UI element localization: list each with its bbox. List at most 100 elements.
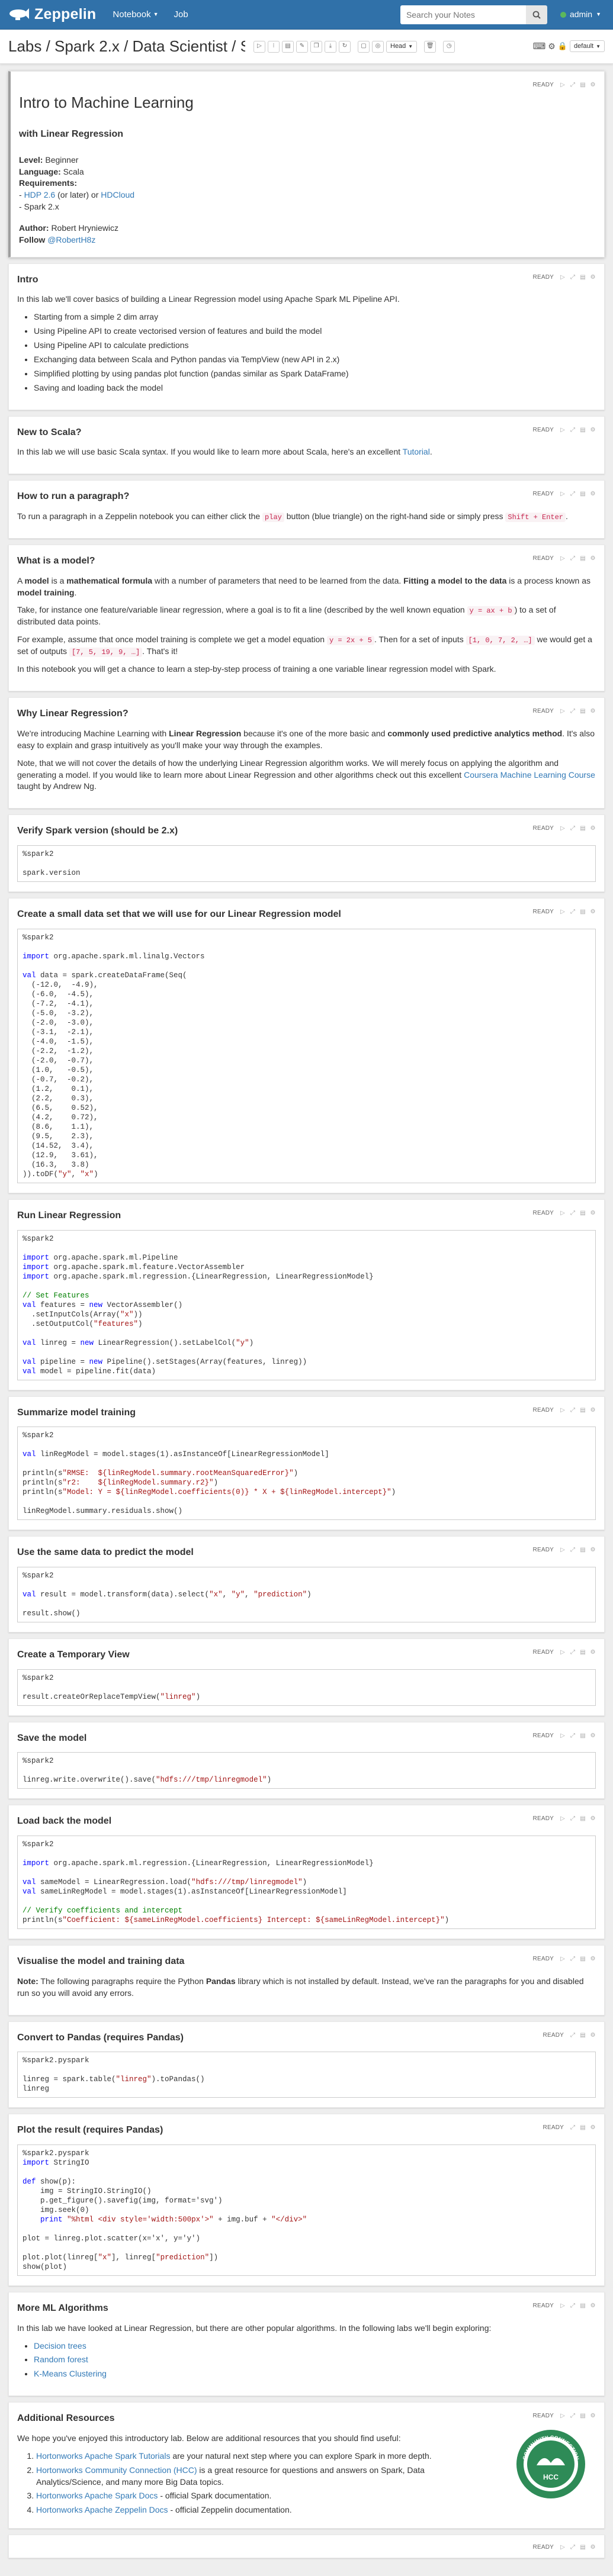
kmeans-link[interactable]: K-Means Clustering — [34, 2369, 107, 2378]
play-icon[interactable]: ▷ — [560, 491, 566, 497]
book-icon[interactable]: ▤ — [580, 1733, 586, 1739]
twitter-link[interactable]: @RobertH8z — [47, 235, 95, 244]
expand-icon[interactable]: ⤢ — [570, 2303, 576, 2309]
search-button[interactable] — [525, 5, 547, 24]
gear-icon[interactable]: ⚙ — [590, 1210, 596, 1216]
book-icon[interactable]: ▤ — [580, 427, 586, 433]
book-icon[interactable]: ▤ — [580, 1650, 586, 1656]
gear-icon[interactable]: ⚙ — [590, 826, 596, 832]
zeppelin-logo[interactable]: Zeppelin — [8, 4, 96, 25]
job-link[interactable]: Job — [174, 8, 188, 21]
paragraph-create-dataset[interactable]: READY ▷ ⤢ ▤ ⚙ Create a small data set that w… — [8, 898, 605, 1193]
clone-note-button[interactable]: ❐ — [310, 40, 322, 53]
hdcloud-link[interactable]: HDCloud — [101, 190, 134, 199]
code-editor[interactable]: %spark2 val result = model.transform(data… — [17, 1566, 596, 1622]
code-editor[interactable]: %spark2.pyspark linreg = spark.table("lin… — [17, 2052, 596, 2098]
gear-icon[interactable]: ⚙ — [590, 1547, 596, 1553]
paragraph-how-to-run[interactable]: READY ▷ ⤢ ▤ ⚙ How to run a paragraph? To run… — [8, 480, 605, 539]
search-input[interactable] — [400, 5, 526, 24]
scala-tutorial-link[interactable]: Tutorial — [403, 447, 430, 456]
hdp-link[interactable]: HDP 2.6 — [24, 190, 56, 199]
play-icon[interactable]: ▷ — [560, 1956, 566, 1962]
expand-icon[interactable]: ⤢ — [570, 1650, 576, 1656]
expand-icon[interactable]: ⤢ — [570, 556, 576, 562]
play-icon[interactable]: ▷ — [560, 709, 566, 714]
expand-icon[interactable]: ⤢ — [570, 274, 576, 281]
gear-icon[interactable]: ⚙ — [590, 491, 596, 497]
play-icon[interactable]: ▷ — [560, 1650, 566, 1656]
paragraph-why-linear-regression[interactable]: READY ▷ ⤢ ▤ ⚙ Why Linear Regression? We're i… — [8, 697, 605, 809]
play-icon[interactable]: ▷ — [560, 1210, 566, 1216]
code-editor[interactable]: %spark2 import org.apache.spark.ml.linalg… — [17, 928, 596, 1183]
expand-icon[interactable]: ⤢ — [570, 82, 576, 88]
expand-icon[interactable]: ⤢ — [570, 709, 576, 714]
paragraph-visualise[interactable]: READY ▷ ⤢ ▤ ⚙ Visualise the model and traini… — [8, 1945, 605, 2015]
code-editor[interactable]: %spark2 import org.apache.spark.ml.regres… — [17, 1836, 596, 1930]
paragraph-plot-result[interactable]: READY ⤢ ▤ ⚙ Plot the result (requires Panda… — [8, 2114, 605, 2286]
expand-icon[interactable]: ⤢ — [570, 491, 576, 497]
note-title[interactable]: Labs / Spark 2.x / Data Scientist / Scal… — [8, 36, 245, 57]
toggle-code-button[interactable]: ⁝ — [268, 40, 280, 53]
random-forest-link[interactable]: Random forest — [34, 2355, 88, 2364]
gear-icon[interactable]: ⚙ — [590, 1407, 596, 1413]
paragraph-new-to-scala[interactable]: READY ▷ ⤢ ▤ ⚙ New to Scala? In this lab we w… — [8, 416, 605, 475]
expand-icon[interactable]: ⤢ — [570, 1956, 576, 1962]
paragraph-verify-spark[interactable]: READY ▷ ⤢ ▤ ⚙ Verify Spark version (should b… — [8, 814, 605, 893]
user-menu[interactable]: admin ▼ — [560, 9, 601, 21]
expand-icon[interactable]: ⤢ — [570, 1816, 576, 1822]
gear-icon[interactable]: ⚙ — [590, 556, 596, 562]
reload-note-button[interactable]: ↻ — [339, 40, 351, 53]
book-icon[interactable]: ▤ — [580, 909, 586, 915]
settings-icon[interactable]: ⚙ — [548, 41, 556, 53]
spark-tutorials-link[interactable]: Hortonworks Apache Spark Tutorials — [36, 2451, 170, 2461]
toggle-output-button[interactable]: ▤ — [282, 40, 294, 53]
delete-note-button[interactable]: 🗑 — [424, 40, 437, 53]
book-icon[interactable]: ▤ — [580, 2125, 586, 2131]
play-icon[interactable]: ▷ — [560, 2545, 566, 2551]
expand-icon[interactable]: ⤢ — [570, 2125, 576, 2131]
coursera-link[interactable]: Coursera Machine Learning Course — [464, 770, 595, 780]
play-icon[interactable]: ▷ — [560, 1816, 566, 1822]
play-icon[interactable]: ▷ — [560, 826, 566, 832]
book-icon[interactable]: ▤ — [580, 1210, 586, 1216]
code-editor[interactable]: %spark2 result.createOrReplaceTempView("l… — [17, 1669, 596, 1706]
keyboard-icon[interactable]: ⌨ — [533, 40, 546, 53]
book-icon[interactable]: ▤ — [580, 2413, 586, 2419]
gear-icon[interactable]: ⚙ — [590, 2545, 596, 2551]
paragraph-temp-view[interactable]: READY ▷ ⤢ ▤ ⚙ Create a Temporary View %spark… — [8, 1638, 605, 1716]
revision-select[interactable]: Head ▼ — [386, 40, 418, 53]
expand-icon[interactable]: ⤢ — [570, 909, 576, 915]
book-icon[interactable]: ▤ — [580, 1816, 586, 1822]
gear-icon[interactable]: ⚙ — [590, 1816, 596, 1822]
gear-icon[interactable]: ⚙ — [590, 1733, 596, 1739]
commit-button[interactable]: ▢ — [358, 40, 370, 53]
gear-icon[interactable]: ⚙ — [590, 909, 596, 915]
paragraph-run-linear-regression[interactable]: READY ▷ ⤢ ▤ ⚙ Run Linear Regression %spark2 i… — [8, 1199, 605, 1390]
expand-icon[interactable]: ⤢ — [570, 427, 576, 433]
scheduler-button[interactable]: ◷ — [443, 40, 455, 53]
code-editor[interactable]: %spark2 spark.version — [17, 845, 596, 883]
book-icon[interactable]: ▤ — [580, 826, 586, 832]
paragraph-title[interactable]: READY ▷ ⤢ ▤ ⚙ Intro to Machine Learning with… — [8, 71, 605, 257]
code-editor[interactable]: %spark2 import org.apache.spark.ml.Pipeli… — [17, 1229, 596, 1380]
code-editor[interactable]: %spark2.pyspark import StringIO def show(p… — [17, 2144, 596, 2276]
clear-output-button[interactable]: ✎ — [296, 40, 308, 53]
notebook-menu[interactable]: Notebook ▼ — [113, 8, 158, 21]
paragraph-load-model[interactable]: READY ▷ ⤢ ▤ ⚙ Load back the model %spark2 imp… — [8, 1805, 605, 1940]
paragraph-intro[interactable]: READY ▷ ⤢ ▤ ⚙ Intro In this lab we'll cover … — [8, 263, 605, 410]
gear-icon[interactable]: ⚙ — [590, 2303, 596, 2309]
decision-trees-link[interactable]: Decision trees — [34, 2341, 86, 2350]
paragraph-empty[interactable]: READY ▷ ⤢ ▤ ⚙ — [8, 2535, 605, 2559]
expand-icon[interactable]: ⤢ — [570, 2032, 576, 2039]
zeppelin-docs-link[interactable]: Hortonworks Apache Zeppelin Docs — [36, 2505, 168, 2514]
gear-icon[interactable]: ⚙ — [590, 2413, 596, 2419]
paragraph-predict[interactable]: READY ▷ ⤢ ▤ ⚙ Use the same data to predict t… — [8, 1536, 605, 1632]
look-and-feel-select[interactable]: default ▼ — [570, 40, 605, 53]
gear-icon[interactable]: ⚙ — [590, 427, 596, 433]
gear-icon[interactable]: ⚙ — [590, 274, 596, 281]
play-icon[interactable]: ▷ — [560, 2413, 566, 2419]
book-icon[interactable]: ▤ — [580, 2545, 586, 2551]
paragraph-more-ml[interactable]: READY ▷ ⤢ ▤ ⚙ More ML Algorithms In this lab… — [8, 2292, 605, 2397]
book-icon[interactable]: ▤ — [580, 709, 586, 714]
expand-icon[interactable]: ⤢ — [570, 1210, 576, 1216]
